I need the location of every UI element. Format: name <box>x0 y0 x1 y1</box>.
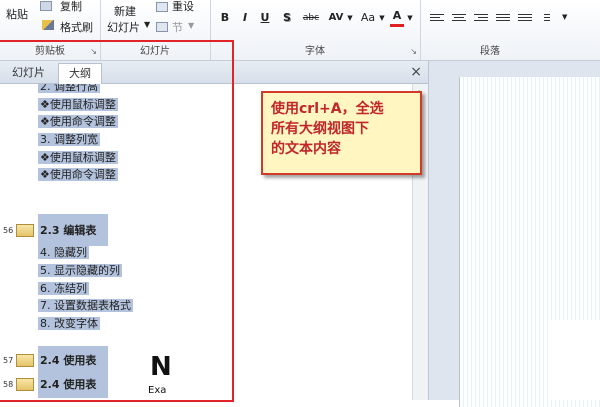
section-icon <box>156 22 168 32</box>
format-painter-icon <box>42 20 54 30</box>
align-center-icon[interactable] <box>452 12 466 24</box>
reset-button[interactable]: 重设 <box>172 0 194 14</box>
align-right-icon[interactable] <box>474 12 488 24</box>
new-slide-button[interactable]: 新建 <box>114 3 136 19</box>
change-case-button[interactable]: Aa <box>358 8 378 28</box>
close-icon[interactable]: × <box>410 63 422 81</box>
layout-icon <box>156 2 168 12</box>
slide-editing-area <box>429 61 600 407</box>
section-dropdown-icon[interactable]: ▼ <box>188 21 194 30</box>
paragraph-group: ▼ 段落 <box>420 0 600 60</box>
bold-button[interactable]: B <box>218 8 232 28</box>
font-launcher-icon[interactable]: ↘ <box>410 47 417 56</box>
logo-text: Exa <box>148 385 167 396</box>
instruction-callout: 使用crl+A，全选 所有大纲视图下 的文本内容 <box>261 91 422 175</box>
char-spacing-dropdown-icon[interactable]: ▼ <box>346 8 354 28</box>
new-slide-dropdown-icon[interactable]: ▼ <box>144 20 150 29</box>
section-button[interactable]: 节 <box>172 19 183 35</box>
selection-highlight-box <box>0 40 234 402</box>
format-painter-button[interactable]: 格式刷 <box>60 19 93 35</box>
logo-area <box>549 320 600 400</box>
char-spacing-button[interactable]: AV <box>326 8 346 28</box>
strikethrough-button[interactable]: abc <box>300 8 322 28</box>
logo-letter: N <box>150 352 172 382</box>
copy-icon <box>40 1 52 11</box>
copy-button[interactable]: 复制 <box>60 0 82 14</box>
justify-icon[interactable] <box>496 12 510 24</box>
change-case-dropdown-icon[interactable]: ▼ <box>378 8 386 28</box>
columns-dropdown-icon[interactable]: ▼ <box>562 13 567 21</box>
underline-button[interactable]: U <box>258 8 272 28</box>
paste-button[interactable]: 粘贴 <box>6 6 28 22</box>
new-slide-label[interactable]: 幻灯片 <box>107 19 140 35</box>
callout-line: 使用crl+A，全选 <box>271 101 384 117</box>
font-group-label: 字体 <box>305 46 325 57</box>
shadow-button[interactable]: S <box>280 8 294 28</box>
italic-button[interactable]: I <box>238 8 252 28</box>
callout-line: 所有大纲视图下 <box>271 121 369 137</box>
align-left-icon[interactable] <box>430 12 444 24</box>
callout-line: 的文本内容 <box>271 141 341 157</box>
font-group: B I U S abc AV ▼ Aa ▼ A ▼ 字体 ↘ <box>210 0 421 60</box>
paragraph-group-label: 段落 <box>480 46 500 57</box>
columns-icon[interactable] <box>544 12 558 24</box>
distribute-icon[interactable] <box>518 12 532 24</box>
font-color-button[interactable]: A <box>390 8 404 27</box>
font-color-dropdown-icon[interactable]: ▼ <box>406 8 414 28</box>
